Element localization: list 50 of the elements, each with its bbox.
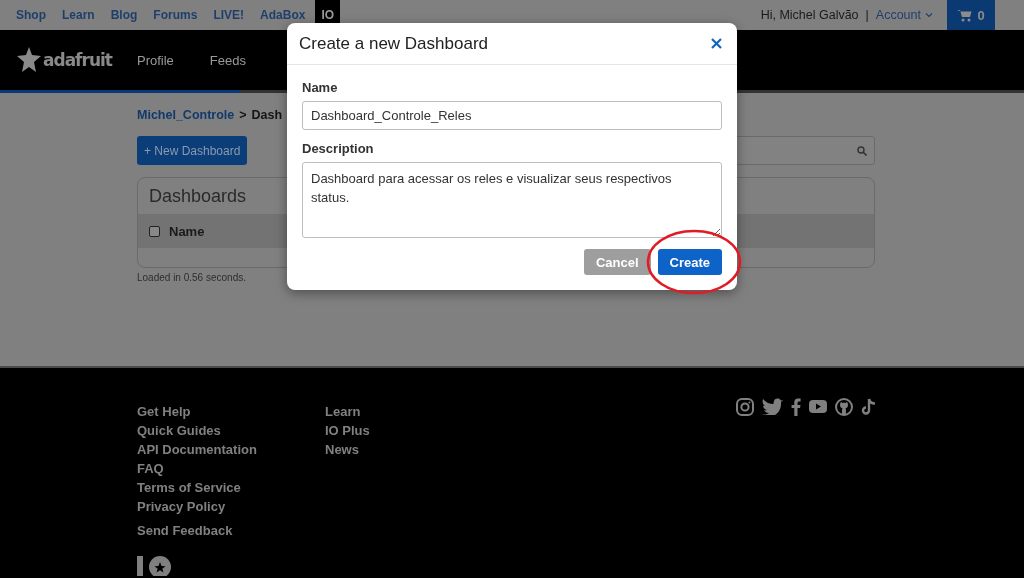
top-nav-link[interactable]: LIVE! [205, 0, 253, 30]
youtube-icon[interactable] [809, 400, 827, 413]
tiktok-icon[interactable] [861, 397, 876, 416]
footer-link[interactable]: Send Feedback [137, 521, 325, 540]
footer-link[interactable]: Quick Guides [137, 421, 325, 440]
top-nav-link[interactable]: AdaBox [252, 0, 314, 30]
top-nav-link[interactable]: Blog [102, 0, 146, 30]
separator: | [865, 8, 869, 22]
breadcrumb-separator: > [239, 108, 247, 122]
footer-link[interactable]: Learn [325, 402, 513, 421]
footer-link[interactable]: IO Plus [325, 421, 513, 440]
cart-icon [957, 8, 973, 22]
nav-link[interactable]: Profile [137, 52, 174, 68]
footer-link[interactable]: Get Help [137, 402, 325, 421]
close-icon [711, 38, 722, 49]
close-button[interactable] [709, 36, 724, 51]
footer-link[interactable]: Terms of Service [137, 478, 325, 497]
nav-link[interactable]: Feeds [209, 52, 246, 68]
instagram-icon[interactable] [736, 397, 754, 416]
footer-link[interactable]: News [325, 440, 513, 459]
create-button[interactable]: Create [657, 249, 722, 275]
breadcrumb-link[interactable]: Michel_Controle [137, 108, 235, 122]
top-nav-link[interactable]: Learn [54, 0, 103, 30]
twitter-icon[interactable] [762, 398, 783, 415]
name-field[interactable]: Dashboard_Controle_Reles [302, 101, 722, 130]
load-time-text: Loaded in 0.56 seconds. [137, 272, 247, 283]
cart-button[interactable]: 0 [947, 0, 995, 30]
footer-link[interactable]: Privacy Policy [137, 497, 325, 516]
account-link[interactable]: Account [875, 8, 933, 22]
caret-icon [925, 12, 933, 18]
field-label: Name [302, 80, 339, 95]
top-nav-link[interactable]: Shop [8, 0, 54, 30]
search-icon [857, 145, 867, 156]
facebook-icon[interactable] [791, 397, 801, 416]
top-nav-link[interactable]: Forums [145, 0, 206, 30]
footer-link[interactable]: API Documentation [137, 440, 325, 459]
github-icon[interactable] [835, 397, 853, 416]
field-label: Description [302, 141, 375, 156]
logo-text[interactable]: adafruit [43, 50, 112, 70]
cancel-button[interactable]: Cancel [583, 249, 651, 275]
description-field[interactable]: Dashboard para acessar os reles e visualizar seus respectivos status. [302, 162, 722, 238]
column-header[interactable]: Name [169, 223, 205, 239]
checkbox[interactable] [149, 225, 160, 237]
footer-link[interactable]: FAQ [137, 459, 325, 478]
new-dashboard-button[interactable]: + New Dashboard [137, 136, 248, 165]
user-greeting: Hi, Michel Galvão [760, 8, 859, 22]
star-logo-icon [17, 47, 41, 73]
card-title: Dashboards [149, 186, 247, 206]
breadcrumb-current: Dash [251, 108, 283, 122]
dialog-title: Create a new Dashboard [299, 33, 488, 54]
